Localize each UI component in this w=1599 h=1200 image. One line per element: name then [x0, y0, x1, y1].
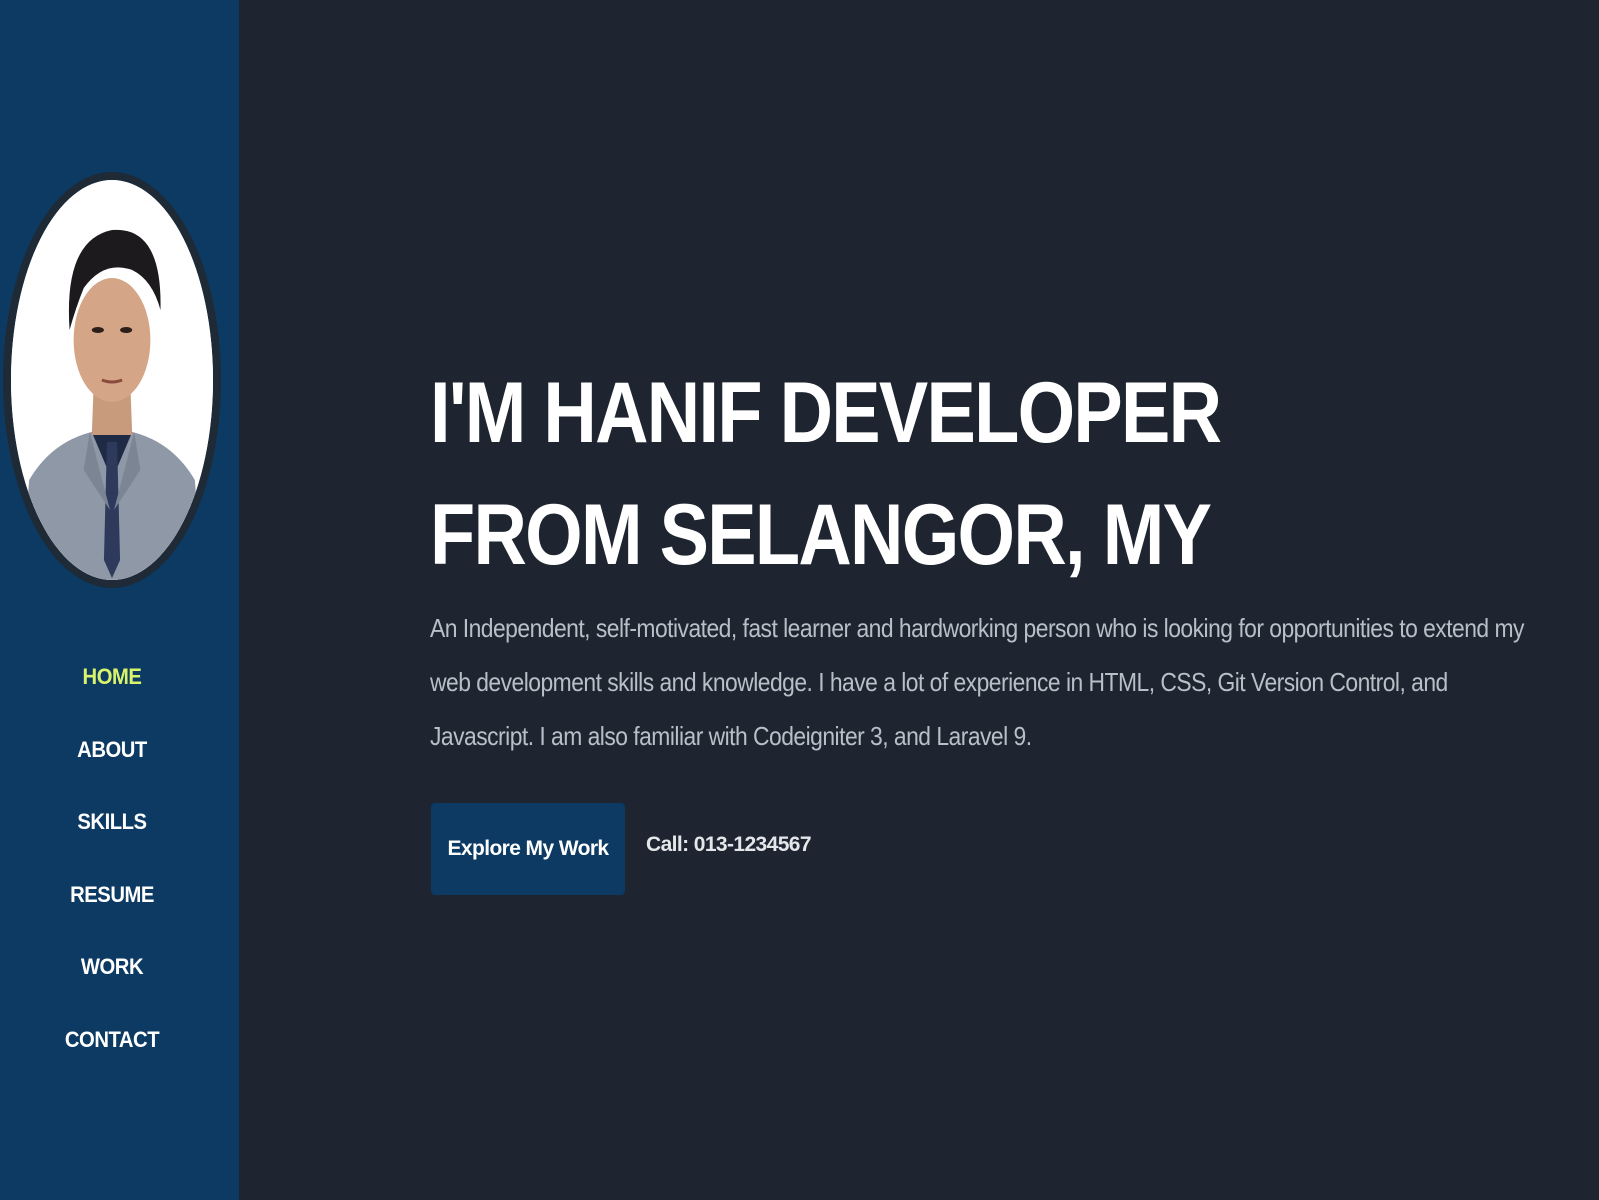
sidebar: HOME ABOUT SKILLS RESUME WORK CONTACT [0, 0, 239, 1200]
phone-link[interactable]: Call: 013-1234567 [646, 833, 812, 857]
nav-item-home[interactable]: HOME [9, 656, 215, 698]
sidebar-nav: HOME ABOUT SKILLS RESUME WORK CONTACT [0, 656, 224, 1091]
explore-work-button[interactable]: Explore My Work [431, 803, 625, 895]
profile-photo [11, 180, 213, 580]
nav-item-work[interactable]: WORK [9, 946, 215, 988]
nav-item-skills[interactable]: SKILLS [9, 801, 215, 843]
nav-item-contact[interactable]: CONTACT [9, 1019, 215, 1061]
avatar [3, 172, 221, 588]
nav-item-resume[interactable]: RESUME [9, 874, 215, 916]
nav-item-about[interactable]: ABOUT [9, 729, 215, 771]
hero-title: I'M HANIF DEVELOPER FROM SELANGOR, MY [430, 365, 1222, 583]
hero-description: An Independent, self-motivated, fast lea… [430, 613, 1524, 751]
